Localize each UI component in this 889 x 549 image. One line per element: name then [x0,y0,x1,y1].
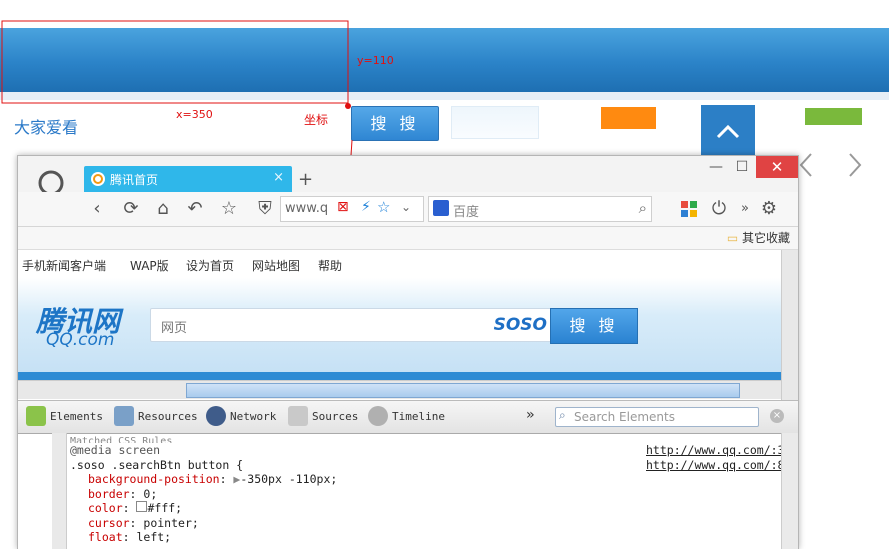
annotation-coord-label: 坐标 [304,113,329,127]
lightning-icon[interactable]: ⚡ [361,199,371,215]
css-property-row[interactable]: background-position: ▶-350px -110px; [70,472,770,487]
horizontal-scrollbar[interactable] [18,380,782,399]
other-bookmarks[interactable]: ▭ 其它收藏 [727,229,790,246]
qq-search-button[interactable]: 搜 搜 [550,308,638,344]
top-link-sitemap[interactable]: 网站地图 [252,257,300,274]
navigation-toolbar: ‹ ⟳ ⌂ ↶ ☆ ⛨ www.q ⊠ ⚡ ☆ ⌄ 百度 ⌕ ⏻ » ⚙ [18,192,798,227]
css-property-value[interactable]: left; [136,530,171,544]
new-tab-button[interactable]: + [298,169,313,190]
minimize-button[interactable]: — [704,159,728,177]
soso-brand: SOSO [493,315,547,335]
clear-search-icon[interactable]: × [770,409,784,423]
folder-icon: ▭ [726,231,739,245]
favorite-star-icon[interactable]: ☆ [377,198,390,216]
home-icon[interactable]: ⌂ [152,198,174,220]
top-link-mobile-client[interactable]: 手机新闻客户端 [22,257,106,274]
css-property-row[interactable]: color: #fff; [70,501,770,516]
refresh-icon[interactable]: ⟳ [120,198,142,220]
tab-timeline[interactable]: Timeline [392,410,445,423]
maximize-button[interactable]: ☐ [730,159,754,177]
source-link-2[interactable]: http://www.qq.com/:87 [646,458,791,473]
css-property-name: background-position [88,472,220,486]
qq-search-banner: 腾讯网 QQ.com 网页 SOSO 搜 搜 [18,278,782,372]
search-icon[interactable]: ⌕ [639,199,647,217]
address-bar[interactable]: www.q ⊠ ⚡ ☆ ⌄ [280,196,424,222]
css-property-row[interactable]: cursor: pointer; [70,516,770,531]
qq-search-input[interactable]: 网页 SOSO [150,308,552,342]
horizontal-scroll-thumb[interactable] [186,383,740,398]
more-tabs-button[interactable]: » [526,407,534,423]
css-property-name: border [88,486,130,501]
devtools-vertical-scrollbar[interactable] [781,433,798,549]
annotation-y-label: y=110 [357,54,394,67]
page-viewport: 手机新闻客户端 WAP版 设为首页 网站地图 帮助 腾讯网 QQ.com 网页 … [18,250,782,400]
browser-window: 腾讯首页 × + — ☐ ✕ ‹ ⟳ ⌂ ↶ ☆ ⛨ www.q ⊠ ⚡ ☆ ⌄… [17,155,799,549]
bookmarks-bar: ▭ 其它收藏 [18,227,798,250]
site-top-links: 手机新闻客户端 WAP版 设为首页 网站地图 帮助 [18,250,782,279]
window-controls: — ☐ ✕ [702,156,798,180]
timeline-stopwatch-icon[interactable] [368,406,388,426]
tab-resources[interactable]: Resources [138,410,198,423]
tab-elements[interactable]: Elements [50,410,103,423]
devtools-toolbar: Elements Resources Network Sources Timel… [18,401,798,434]
css-rules-pane: Matched CSS Rules @media screen http://w… [70,435,792,545]
close-window-button[interactable]: ✕ [756,156,798,178]
address-input[interactable]: www.q [285,201,328,216]
top-link-help[interactable]: 帮助 [318,257,342,274]
tab-title: 腾讯首页 [110,173,159,187]
tab-sources[interactable]: Sources [312,410,358,423]
matched-rules-header: Matched CSS Rules [70,436,173,443]
page-error-icon[interactable]: ⊠ [337,199,349,215]
more-extensions-icon[interactable]: » [734,198,756,220]
elements-icon[interactable] [26,406,46,426]
resources-icon[interactable] [114,406,134,426]
tab-close-icon[interactable]: × [273,170,284,185]
selector-line: .soso .searchBtn button { http://www.qq.… [70,457,792,472]
apps-grid-icon[interactable] [678,198,700,220]
css-property-row[interactable]: border: 0; [70,487,770,502]
devtools-gutter [52,433,67,549]
css-property-value[interactable]: 0; [143,487,157,501]
color-swatch[interactable] [136,501,148,512]
star-icon[interactable]: ☆ [218,198,240,220]
search-engine-label: 百度 [453,205,480,220]
annotation-rect [1,20,349,104]
media-query-line: @media screen http://www.qq.com/:37 [70,443,792,457]
search-category-dropdown[interactable]: 网页 [161,317,187,336]
source-link-1[interactable]: http://www.qq.com/:37 [646,443,791,458]
power-icon[interactable]: ⏻ [708,198,730,220]
search-elements-placeholder: Search Elements [574,410,675,424]
devtools-panel: Elements Resources Network Sources Timel… [18,400,798,549]
css-property-value[interactable]: pointer; [143,516,198,530]
css-property-name: cursor [88,515,130,530]
css-property-name: color [88,501,123,515]
undo-icon[interactable]: ↶ [184,198,206,220]
baidu-paw-icon [433,200,449,216]
network-globe-icon[interactable] [206,406,226,426]
css-property-name: float [88,530,123,544]
address-dropdown-icon[interactable]: ⌄ [401,200,411,214]
qq-tab-favicon-icon [91,172,105,186]
search-elements-input[interactable]: ⌕ Search Elements [555,407,759,427]
top-link-set-homepage[interactable]: 设为首页 [186,257,234,274]
annotation-x-label: x=350 [176,108,213,121]
qq-nav-strip [18,372,782,380]
gear-icon[interactable]: ⚙ [758,198,780,220]
css-property-row[interactable]: float: left; [70,530,770,545]
vertical-scrollbar[interactable] [781,250,798,400]
top-link-wap[interactable]: WAP版 [130,257,169,274]
tab-qq-home[interactable]: 腾讯首页 × [84,166,292,192]
back-arrow-icon[interactable]: ‹ [86,198,108,220]
toolbar-search[interactable]: 百度 ⌕ [428,196,652,222]
css-property-value[interactable]: -350px -110px; [240,472,337,486]
css-property-value[interactable]: #fff; [147,501,182,515]
shield-icon[interactable]: ⛨ [254,198,276,220]
sources-icon[interactable] [288,406,308,426]
annotation-point [345,103,351,109]
qq-logo-sub: QQ.com [46,330,115,350]
search-icon: ⌕ [559,408,566,422]
tab-network[interactable]: Network [230,410,276,423]
other-bookmarks-label: 其它收藏 [741,231,790,245]
